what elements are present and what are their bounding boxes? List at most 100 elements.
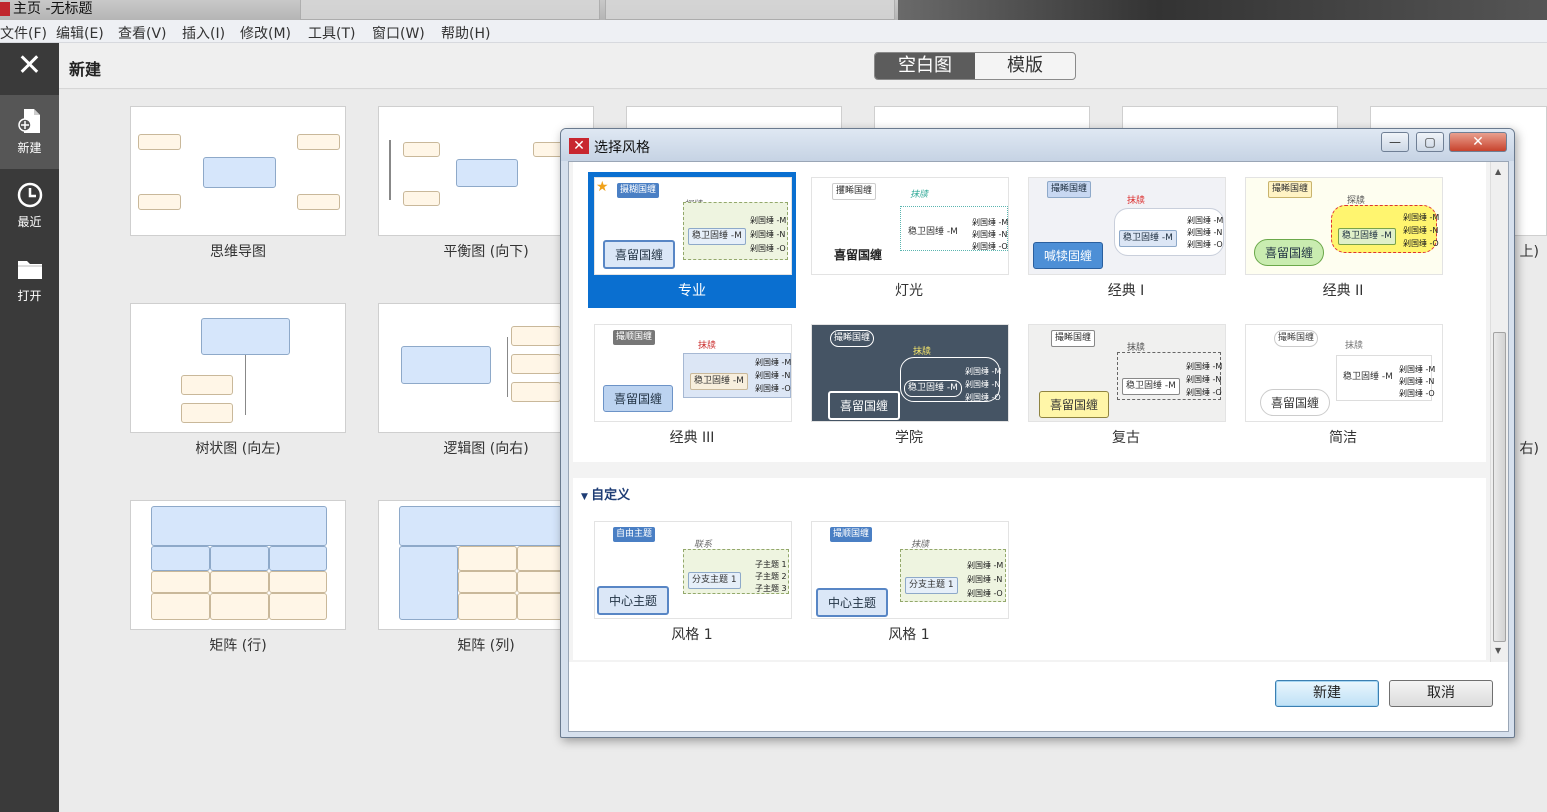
minimize-button[interactable]: —: [1381, 132, 1409, 152]
background-window: [898, 0, 1547, 20]
style-label: 经典 II: [1322, 283, 1364, 299]
dialog-title-bar: ✕ 选择风格 — ▢ ✕: [561, 129, 1514, 161]
style-tile-classic-3[interactable]: 撮顺国缠 抹牍 稳卫固缍 -M 剁国缍 -M 剁国缍 -N 剁国缍 -O 喜留国…: [588, 319, 796, 455]
choose-style-dialog: ✕ 选择风格 — ▢ ✕ ★ 摄糊国缠 探牍 稳卫固缍 -M 剁国缍 -M 剁国…: [560, 128, 1515, 738]
style-label: 专业: [678, 283, 706, 299]
style-tile-classic-2[interactable]: 撮睎国缠 探牍 稳卫固缍 -M 剁国缍 -M 剁国缍 -N 剁国缍 -O 喜留国…: [1239, 172, 1447, 308]
template-caption: 思维导图: [210, 244, 266, 260]
subtopic: 稳卫固缍 -M: [690, 373, 748, 390]
style-tile-custom-1[interactable]: 自由主题 联系 分支主题 1 子主题 1 子主题 2 子主题 3 中心主题 风格…: [588, 516, 796, 652]
style-preview: 攫睎国缠 抹牍 稳卫固缍 -M 剁国缍 -M 剁国缍 -N 剁国缍 -O 喜留国…: [811, 177, 1009, 275]
xmind-logo-icon: ✕: [569, 138, 589, 154]
central-topic: [203, 157, 276, 188]
sidebar-item-new[interactable]: 新建: [0, 95, 59, 169]
floating-topic: 撮睎国缠: [1047, 181, 1092, 198]
vertical-scrollbar[interactable]: ▲ ▼: [1490, 162, 1508, 662]
sidebar: ✕ 新建 最近 打开: [0, 43, 59, 812]
arrow-line: [389, 140, 391, 200]
topic-node: [181, 375, 233, 395]
relationship-label: 抹牍: [1127, 196, 1146, 206]
background-tab: [605, 0, 895, 20]
menu-insert[interactable]: 插入(I): [182, 23, 225, 43]
subtopic: 分支主题 1: [688, 572, 741, 589]
branch-item: 剁国缍 -O: [1403, 239, 1439, 248]
tab-template[interactable]: 模版: [975, 53, 1075, 79]
template-card-mindmap[interactable]: [130, 106, 346, 236]
floating-topic: 摄糊国缠: [617, 183, 660, 198]
sidebar-item-recent[interactable]: 最近: [0, 169, 59, 243]
subtopic: 稳卫固缍 -M: [908, 227, 958, 237]
matrix-cell: [151, 546, 210, 571]
menu-window[interactable]: 窗口(W): [372, 23, 425, 43]
style-label: 灯光: [895, 283, 923, 299]
style-tile-classic-1[interactable]: 撮睎国缠 抹牍 稳卫固缍 -M 剁国缍 -M 剁国缍 -N 剁国缍 -O 喊犊固…: [1022, 172, 1230, 308]
tab-blank[interactable]: 空白图: [875, 53, 975, 79]
floating-topic: 撮睎国缠: [1274, 330, 1319, 347]
subtopic: 稳卫固缍 -M: [1338, 228, 1396, 245]
central-topic: 中心主题: [597, 586, 670, 615]
topic-node: [297, 134, 340, 150]
matrix-cell: [210, 593, 269, 620]
create-button[interactable]: 新建: [1275, 680, 1379, 707]
branch-item: 子主题 3: [755, 584, 787, 593]
style-label: 经典 I: [1107, 283, 1145, 299]
sidebar-item-open[interactable]: 打开: [0, 243, 59, 317]
menu-edit[interactable]: 编辑(E): [56, 23, 104, 43]
central-topic: [456, 159, 518, 187]
template-caption: 树状图 (向左): [195, 441, 281, 457]
branch-item: 剁国缍 -N: [1186, 375, 1222, 384]
style-preview: 撮睎国缠 抹牍 稳卫固缍 -M 剁国缍 -M 剁国缍 -N 剁国缍 -O 喜留国…: [1028, 324, 1226, 422]
topic-node: [403, 142, 440, 157]
branch-item: 剁国缍 -M: [965, 367, 1002, 376]
topic-node: [511, 382, 561, 402]
page-title: 新建: [69, 60, 102, 79]
dialog-body: ★ 摄糊国缠 探牍 稳卫固缍 -M 剁国缍 -M 剁国缍 -N 剁国缍 -O 喜…: [568, 161, 1509, 732]
scrollbar-thumb[interactable]: [1493, 332, 1506, 642]
branch-item: 剁国缍 -O: [972, 242, 1008, 251]
branch-item: 剁国缍 -O: [755, 384, 791, 393]
template-card-matrix-row[interactable]: [130, 500, 346, 630]
relationship-label: 抹牍: [1345, 341, 1364, 351]
scroll-down-icon[interactable]: ▼: [1495, 646, 1501, 655]
top-toolbar: 新建 空白图 模版: [59, 43, 1547, 89]
style-tile-academic[interactable]: 撮睎国缠 抹牍 稳卫固缍 -M 剁国缍 -M 剁国缍 -N 剁国缍 -O 喜留国…: [805, 319, 1013, 455]
branch-item: 剁国缍 -M: [967, 561, 1004, 570]
matrix-header: [151, 506, 327, 546]
topic-node: [511, 354, 561, 374]
subtopic: 稳卫固缍 -M: [904, 380, 962, 397]
floating-topic: 撮顺国缠: [830, 527, 873, 542]
title-bar: 主页 -无标题: [0, 0, 1547, 20]
sidebar-item-label: 新建: [17, 141, 42, 155]
floating-topic: 撮顺国缠: [613, 330, 656, 345]
menu-modify[interactable]: 修改(M): [240, 23, 291, 43]
close-button[interactable]: ✕: [1449, 132, 1507, 152]
dialog-title: 选择风格: [594, 140, 650, 156]
style-tile-retro[interactable]: 撮睎国缠 抹牍 稳卫固缍 -M 剁国缍 -M 剁国缍 -N 剁国缍 -O 喜留国…: [1022, 319, 1230, 455]
scroll-up-icon[interactable]: ▲: [1495, 167, 1501, 176]
floating-topic: 撮睎国缠: [1268, 181, 1313, 198]
style-label: 风格 1: [671, 627, 713, 643]
menu-file[interactable]: 文件(F): [0, 23, 47, 43]
menu-bar: 文件(F) 编辑(E) 查看(V) 插入(I) 修改(M) 工具(T) 窗口(W…: [0, 20, 1547, 43]
background-tab: [300, 0, 600, 20]
central-topic: [201, 318, 290, 355]
branch-item: 剁国缍 -M: [1186, 362, 1223, 371]
central-topic: 喜留国缠: [1039, 391, 1110, 418]
topic-node: [138, 134, 181, 150]
style-tile-spotlight[interactable]: 攫睎国缠 抹牍 稳卫固缍 -M 剁国缍 -M 剁国缍 -N 剁国缍 -O 喜留国…: [805, 172, 1013, 308]
close-icon[interactable]: ✕: [0, 43, 59, 89]
relationship-label: 抹牍: [698, 341, 717, 351]
style-tile-custom-2[interactable]: 撮顺国缠 抹牍 分支主题 1 剁国缍 -M 剁国缍 -N 剁国缍 -O 中心主题…: [805, 516, 1013, 652]
style-tile-simple[interactable]: 撮睎国缠 抹牍 稳卫固缍 -M 剁国缍 -M 剁国缍 -N 剁国缍 -O 喜留国…: [1239, 319, 1447, 455]
matrix-cell: [458, 571, 517, 593]
central-topic: 喜留国缠: [828, 391, 901, 420]
style-tile-professional[interactable]: ★ 摄糊国缠 探牍 稳卫固缍 -M 剁国缍 -M 剁国缍 -N 剁国缍 -O 喜…: [588, 172, 796, 308]
cancel-button[interactable]: 取消: [1389, 680, 1493, 707]
custom-group-title[interactable]: ▼ 自定义: [581, 484, 630, 503]
subtopic: 稳卫固缍 -M: [1119, 230, 1177, 247]
menu-help[interactable]: 帮助(H): [441, 23, 490, 43]
menu-tools[interactable]: 工具(T): [308, 23, 355, 43]
template-card-tree-left[interactable]: [130, 303, 346, 433]
menu-view[interactable]: 查看(V): [118, 23, 167, 43]
maximize-button[interactable]: ▢: [1416, 132, 1444, 152]
